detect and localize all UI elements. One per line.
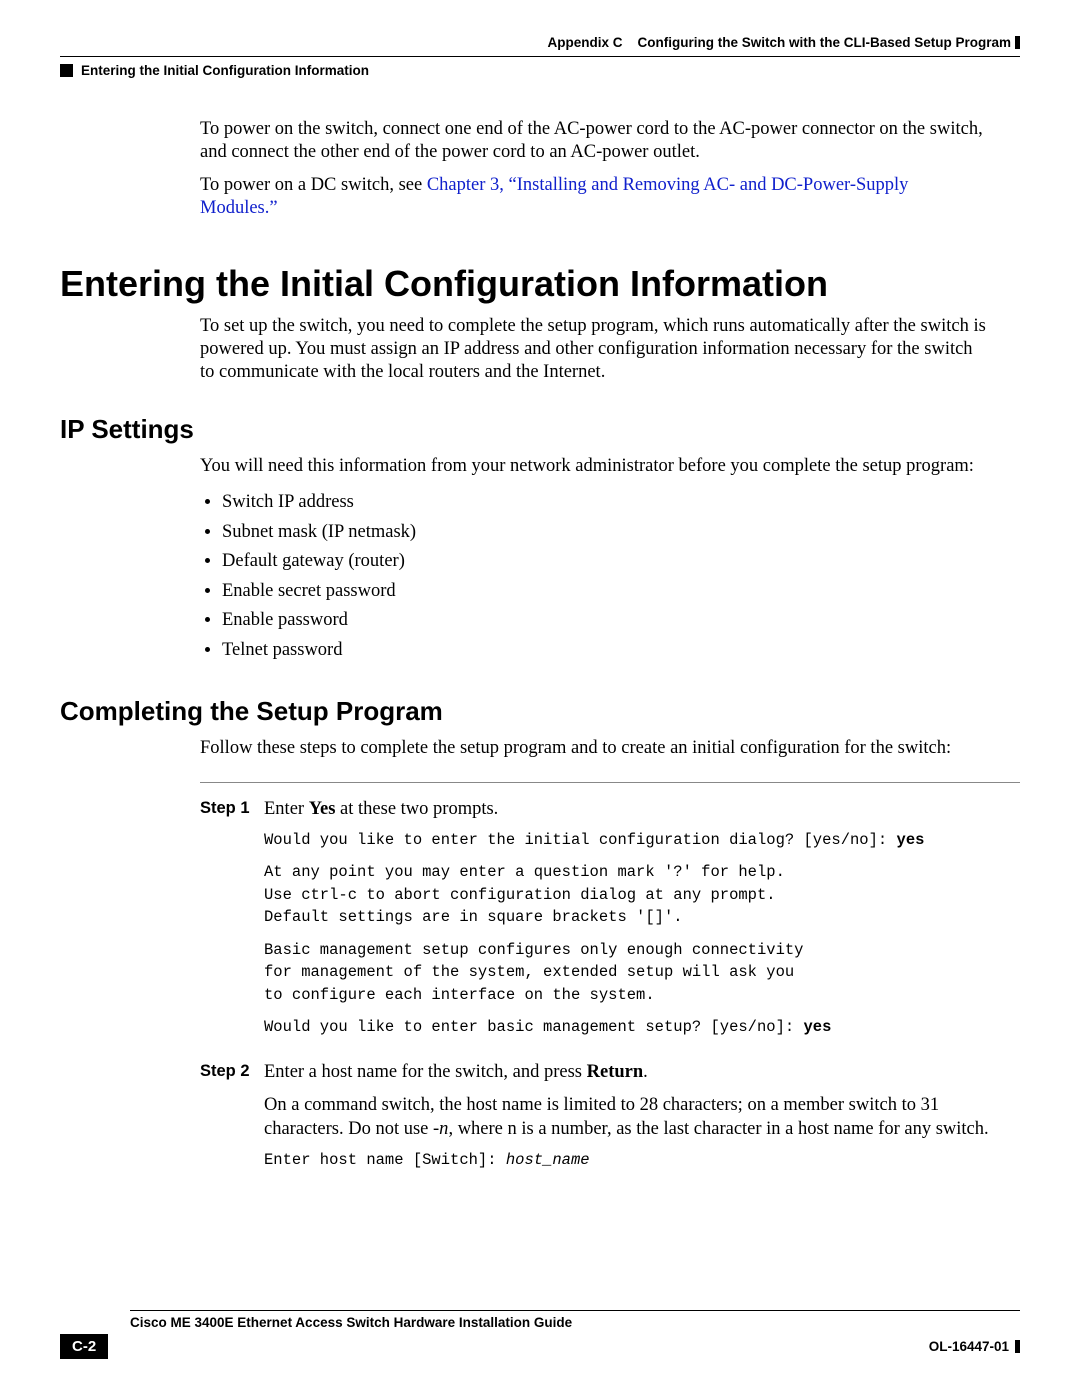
footer-rule <box>130 1310 1020 1311</box>
ip-intro: You will need this information from your… <box>200 455 990 478</box>
step-1-instruction: Enter Yes at these two prompts. <box>264 797 990 821</box>
cli-text: Would you like to enter basic management… <box>264 1018 804 1036</box>
page-footer: Cisco ME 3400E Ethernet Access Switch Ha… <box>60 1310 1020 1359</box>
appendix-title: Configuring the Switch with the CLI-Base… <box>637 35 1011 50</box>
list-item: Enable secret password <box>222 577 990 607</box>
step-1-cli-prompt-2: Would you like to enter basic management… <box>264 1016 990 1038</box>
step-2-label: Step 2 <box>200 1060 264 1181</box>
intro-block: To power on the switch, connect one end … <box>200 118 990 221</box>
header-bar-icon <box>1015 36 1020 49</box>
intro-para-2: To power on a DC switch, see Chapter 3, … <box>200 174 990 220</box>
heading-completing-setup: Completing the Setup Program <box>60 696 1020 727</box>
step1-post: at these two prompts. <box>335 799 498 819</box>
header-rule <box>60 56 1020 57</box>
cli-answer: yes <box>897 831 925 849</box>
step-2-row: Step 2 Enter a host name for the switch,… <box>200 1060 990 1181</box>
section-marker-icon <box>60 64 73 77</box>
step-2-body: Enter a host name for the switch, and pr… <box>264 1060 990 1181</box>
heading-entering-initial-config: Entering the Initial Configuration Infor… <box>60 263 1020 305</box>
step-1-label: Step 1 <box>200 797 264 1049</box>
cli-text: Would you like to enter the initial conf… <box>264 831 897 849</box>
list-item: Enable password <box>222 606 990 636</box>
step2-bold: Return <box>587 1062 644 1082</box>
step2-post: . <box>643 1062 648 1082</box>
cli-text: Enter host name [Switch]: <box>264 1151 506 1169</box>
step2-note-italic: -n <box>433 1119 448 1139</box>
footer-bar-icon <box>1015 1340 1020 1353</box>
list-item: Telnet password <box>222 636 990 666</box>
intro-para-1: To power on the switch, connect one end … <box>200 118 990 164</box>
running-header-right: Appendix C Configuring the Switch with t… <box>60 35 1020 50</box>
step1-pre: Enter <box>264 799 309 819</box>
footer-doc-id: OL-16447-01 <box>929 1339 1020 1354</box>
step-2-instruction: Enter a host name for the switch, and pr… <box>264 1060 990 1084</box>
cli-variable: host_name <box>506 1151 590 1169</box>
footer-guide-title: Cisco ME 3400E Ethernet Access Switch Ha… <box>130 1315 1020 1330</box>
setup-intro: Follow these steps to complete the setup… <box>200 737 990 760</box>
step2-note-post: , where n is a number, as the last chara… <box>448 1119 988 1139</box>
section-breadcrumb: Entering the Initial Configuration Infor… <box>81 63 369 78</box>
step-1-body: Enter Yes at these two prompts. Would yo… <box>264 797 990 1049</box>
step-separator <box>200 782 1020 783</box>
intro-para-2-pre: To power on a DC switch, see <box>200 175 427 195</box>
cli-answer: yes <box>804 1018 832 1036</box>
step-2-cli: Enter host name [Switch]: host_name <box>264 1149 990 1171</box>
step1-bold: Yes <box>309 799 336 819</box>
list-item: Switch IP address <box>222 488 990 518</box>
step-2-note: On a command switch, the host name is li… <box>264 1093 990 1141</box>
running-header-left: Entering the Initial Configuration Infor… <box>60 63 1020 78</box>
doc-id-text: OL-16447-01 <box>929 1339 1009 1354</box>
step-1-cli-prompt-1: Would you like to enter the initial conf… <box>264 829 990 851</box>
h1-intro-para: To set up the switch, you need to comple… <box>200 315 990 384</box>
ip-settings-list: Switch IP address Subnet mask (IP netmas… <box>200 488 990 666</box>
step-1-row: Step 1 Enter Yes at these two prompts. W… <box>200 797 990 1049</box>
page-number-badge: C-2 <box>60 1334 108 1359</box>
document-page: Appendix C Configuring the Switch with t… <box>0 0 1080 1397</box>
step2-pre: Enter a host name for the switch, and pr… <box>264 1062 587 1082</box>
step-1-cli-block-1: At any point you may enter a question ma… <box>264 861 990 928</box>
heading-ip-settings: IP Settings <box>60 414 1020 445</box>
list-item: Default gateway (router) <box>222 547 990 577</box>
step-1-cli-block-2: Basic management setup configures only e… <box>264 939 990 1006</box>
appendix-label: Appendix C <box>547 35 622 50</box>
list-item: Subnet mask (IP netmask) <box>222 518 990 548</box>
